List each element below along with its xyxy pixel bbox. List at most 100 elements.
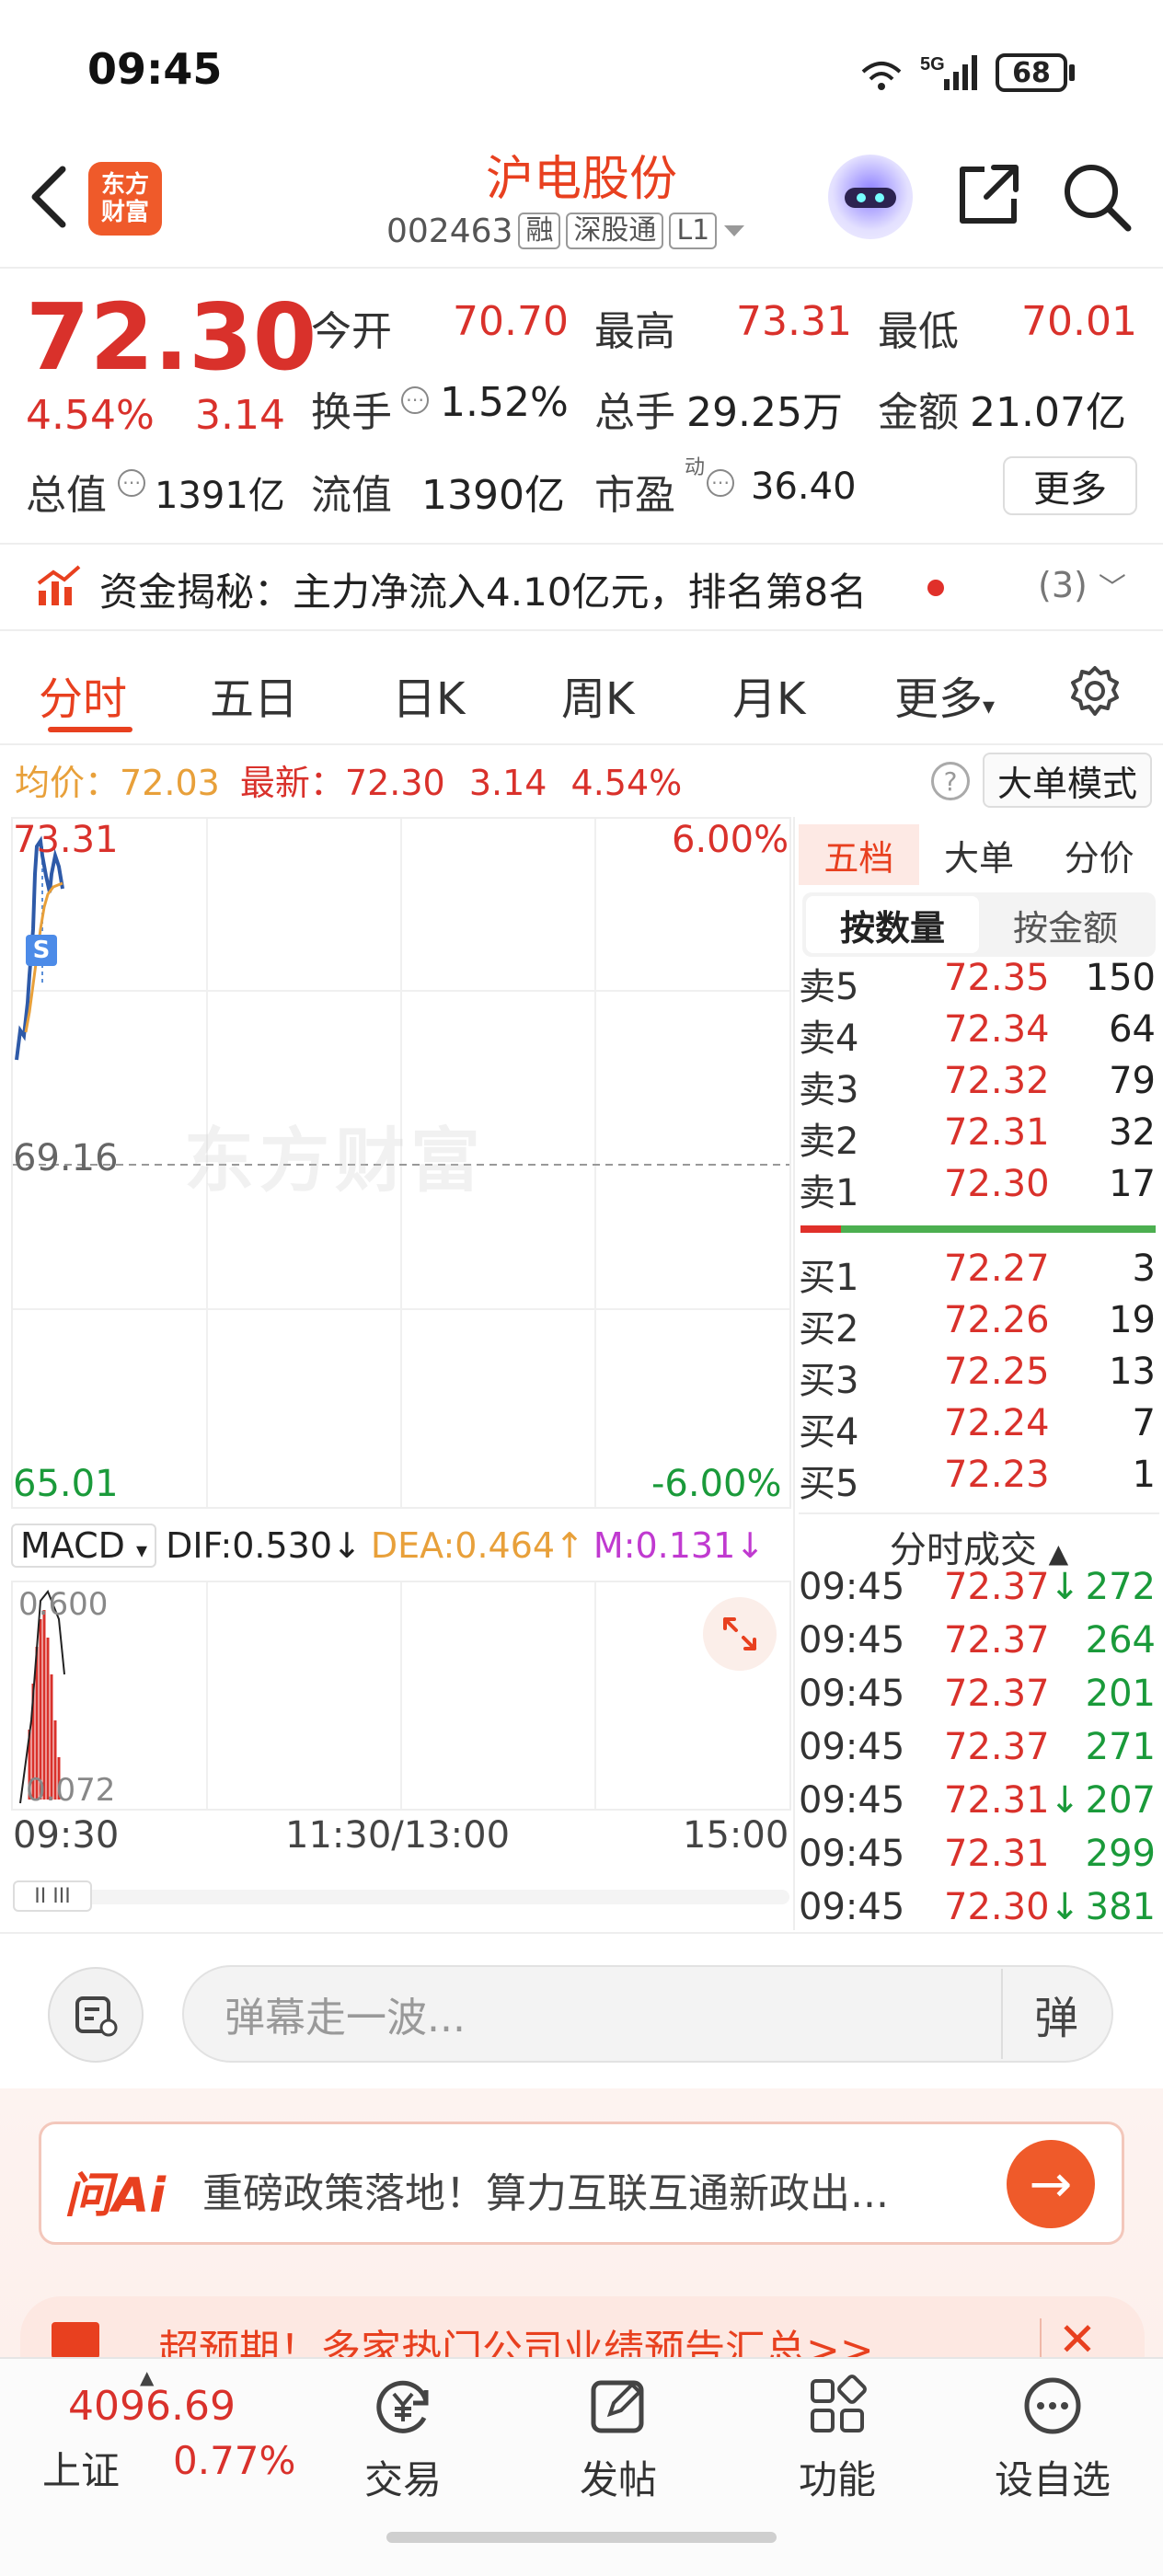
nav-post[interactable]: 发帖 (545, 2370, 692, 2508)
logo-text-top: 东方 (100, 171, 149, 199)
pct-axis-bottom: -6.00% (651, 1463, 782, 1505)
more-quote-button[interactable]: 更多 (1003, 456, 1137, 515)
megaphone-icon (52, 2322, 99, 2359)
bid-row: 买2 72.26 19 (799, 1299, 1156, 1351)
level-tag: L1 (669, 213, 718, 249)
help-icon[interactable]: ? (931, 762, 970, 800)
change-amount: 3.14 (195, 392, 285, 439)
pct-axis-top: 6.00% (672, 819, 789, 861)
buy-sell-ratio-bar (800, 1225, 1156, 1233)
trade-row: 09:45 72.37 201 (799, 1673, 1156, 1715)
high-value: 73.31 (736, 298, 852, 345)
home-indicator[interactable] (386, 2532, 777, 2543)
tab-price-dist[interactable]: 分价 (1039, 824, 1159, 885)
avg-value: 72.03 (120, 763, 220, 803)
network-label: 5G (920, 54, 945, 75)
macd-m: M:0.131↓ (593, 1525, 766, 1566)
subtab-by-amount[interactable]: 按金额 (979, 896, 1152, 953)
tab-five-day[interactable]: 五日 (210, 662, 298, 727)
big-order-mode-button[interactable]: 大单模式 (983, 753, 1152, 808)
y-axis-bottom: 65.01 (13, 1463, 119, 1505)
bid-row: 买1 72.27 3 (799, 1248, 1156, 1299)
pe-dynamic-mark: 动 (685, 456, 706, 479)
amount-value: 21.07亿 (970, 389, 1126, 436)
ask-row: 卖2 72.31 32 (799, 1111, 1156, 1163)
danmaku-input[interactable]: 弹幕走一波... (182, 1965, 1113, 2063)
danmaku-send-button[interactable]: 弹 (1001, 1969, 1110, 2059)
divider (0, 267, 1163, 269)
index-value[interactable]: 4096.69 (68, 2383, 236, 2430)
edit-icon (591, 2380, 644, 2433)
latest-change: 3.14 (468, 763, 547, 803)
back-arrow-icon[interactable] (26, 164, 72, 230)
trade-row: 09:45 72.31 299 (799, 1833, 1156, 1875)
tab-five-levels[interactable]: 五档 (799, 824, 919, 885)
latest-value: 72.30 (344, 763, 445, 803)
signal-marker[interactable]: S (26, 935, 57, 966)
pe-label: 市盈 (594, 472, 675, 519)
ask-row: 卖4 72.34 64 (799, 1008, 1156, 1060)
arrow-right-icon[interactable]: → (1007, 2140, 1095, 2228)
fund-flow-count: (3) ﹀ (1038, 565, 1126, 605)
fund-flow-text: 资金揭秘：主力净流入4.10亿元，排名第8名 (99, 569, 868, 615)
total-cap-info-icon[interactable]: ⋯ (118, 469, 145, 497)
bid-row: 买3 72.25 13 (799, 1351, 1156, 1402)
macd-bottom-value: 0.072 (26, 1772, 116, 1809)
subtab-by-quantity[interactable]: 按数量 (806, 896, 979, 953)
macd-chart[interactable]: 0.600 0.072 (11, 1581, 791, 1811)
tab-big-orders[interactable]: 大单 (919, 824, 1040, 885)
stock-code-row[interactable]: 002463 融 深股通 L1 (386, 208, 746, 254)
ai-prompt-text: 重磅政策落地！算力互联互通新政出... (202, 2170, 889, 2217)
change-percent: 4.54% (26, 392, 155, 439)
status-time: 09:45 (87, 44, 223, 94)
low-label: 最低 (878, 308, 959, 355)
ask-row: 卖3 72.32 79 (799, 1060, 1156, 1111)
unread-dot (927, 580, 944, 596)
amount-label: 金额 (878, 389, 959, 436)
trade-row: 09:45 72.37 271 (799, 1726, 1156, 1768)
float-cap-value: 1390亿 (421, 472, 565, 519)
latest-label: 最新： (239, 763, 345, 803)
indicator-selector[interactable]: MACD ▾ (11, 1524, 157, 1568)
caret-down-icon (724, 225, 745, 236)
total-cap-value: 1391亿 (155, 475, 285, 517)
nav-trade[interactable]: 交易 (329, 2370, 477, 2508)
trades-header[interactable]: 分时成交 ▲ (799, 1512, 1159, 1573)
tab-more[interactable]: 更多▾ (894, 662, 995, 727)
assistant-avatar[interactable] (828, 155, 913, 239)
tab-intraday[interactable]: 分时 (39, 662, 127, 727)
pe-info-icon[interactable]: ⋯ (707, 469, 734, 497)
index-name[interactable]: 上证 (42, 2440, 120, 2496)
volume-value: 29.25万 (686, 389, 843, 436)
order-book-tabs: 五档 大单 分价 (799, 824, 1159, 885)
danmaku-settings-icon[interactable] (48, 1967, 144, 2063)
watermark: 东方财富 (184, 1120, 486, 1202)
tab-daily-k[interactable]: 日K (392, 662, 465, 727)
chevron-down-icon: ﹀ (1098, 572, 1126, 604)
tab-monthly-k[interactable]: 月K (732, 662, 805, 727)
chart-scroll-handle[interactable]: II III (13, 1880, 92, 1912)
chart-scroll-track[interactable] (13, 1890, 789, 1904)
expand-icon[interactable] (703, 1597, 777, 1671)
battery-tip (1069, 64, 1075, 81)
stock-name: 沪电股份 (485, 152, 677, 207)
ask-row: 卖5 72.35 150 (799, 957, 1156, 1008)
trade-row: 09:45 72.37↓ 272 (799, 1566, 1156, 1608)
buy-ratio-segment (800, 1225, 841, 1233)
search-icon[interactable] (1060, 160, 1134, 234)
share-icon[interactable] (953, 160, 1023, 230)
bid-row: 买4 72.24 7 (799, 1402, 1156, 1454)
high-label: 最高 (594, 308, 675, 355)
nav-add-watchlist[interactable]: 设自选 (979, 2370, 1126, 2508)
gear-icon[interactable] (1067, 664, 1123, 719)
index-percent[interactable]: 0.77% (173, 2438, 295, 2483)
total-cap-label: 总值 (26, 472, 107, 519)
macd-dea: DEA:0.464↑ (370, 1525, 584, 1566)
time-open: 09:30 (13, 1814, 120, 1857)
trade-icon (376, 2380, 429, 2433)
nav-functions[interactable]: 功能 (764, 2370, 911, 2508)
tab-weekly-k[interactable]: 周K (561, 662, 634, 727)
app-logo[interactable]: 东方 财富 (88, 162, 162, 236)
grid-icon (811, 2375, 867, 2432)
turnover-info-icon[interactable]: ⋯ (401, 386, 429, 414)
